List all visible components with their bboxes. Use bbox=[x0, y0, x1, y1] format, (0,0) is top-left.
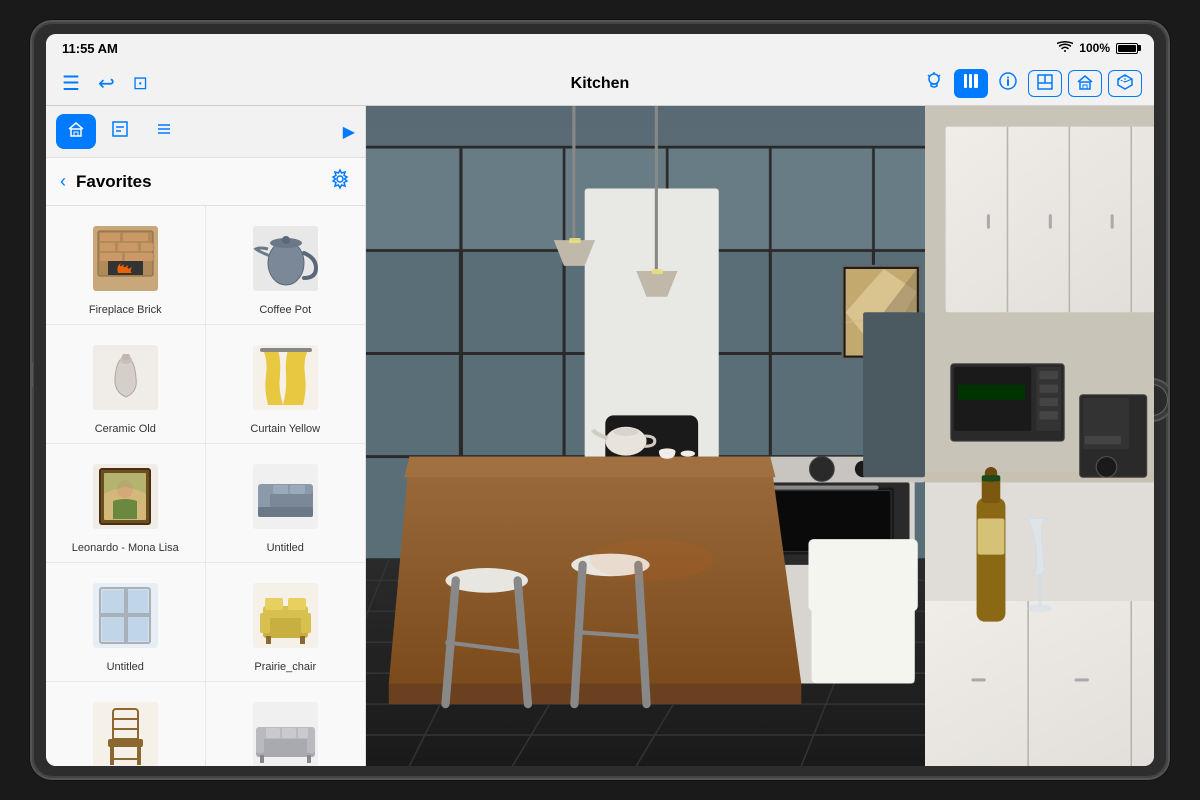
item-thumb-ceramic bbox=[85, 337, 165, 417]
item-thumb-chair bbox=[85, 694, 165, 766]
item-thumb-armchair bbox=[245, 575, 325, 655]
kitchen-scene bbox=[366, 106, 1154, 766]
sidebar-header: ‹ Favorites bbox=[46, 158, 365, 206]
sidebar-tab-edit[interactable] bbox=[100, 114, 140, 149]
list-item[interactable]: Untitled bbox=[206, 444, 366, 563]
battery-icon bbox=[1116, 43, 1138, 54]
library-button[interactable] bbox=[954, 69, 988, 98]
list-item[interactable]: Prairie_chair bbox=[206, 563, 366, 682]
list-item[interactable]: Sofa3x_amazing bbox=[206, 682, 366, 766]
item-label: Ceramic Old bbox=[95, 423, 156, 435]
status-icons: 100% bbox=[1057, 41, 1138, 56]
toolbar-left: ☰ ↩ ⊡ bbox=[58, 69, 358, 98]
sidebar-tab-list[interactable] bbox=[144, 114, 184, 149]
sidebar-settings-button[interactable] bbox=[329, 168, 351, 195]
cube3d-button[interactable] bbox=[1108, 70, 1142, 97]
toolbar-right bbox=[842, 69, 1142, 98]
item-thumb-curtain bbox=[245, 337, 325, 417]
list-item[interactable]: Ceramic Old bbox=[46, 325, 206, 444]
item-thumb-sofa2 bbox=[245, 694, 325, 766]
sidebar-tab-home[interactable] bbox=[56, 114, 96, 149]
item-label: Prairie_chair bbox=[254, 661, 316, 673]
sidebar-tab-more[interactable]: ▶ bbox=[343, 122, 355, 142]
list-item[interactable]: Leonardo - Mona Lisa bbox=[46, 444, 206, 563]
list-item[interactable]: Coffee Pot bbox=[206, 206, 366, 325]
device-frame: 11:55 AM 100% ☰ ↩ bbox=[30, 20, 1170, 780]
item-label: Untitled bbox=[107, 661, 144, 673]
list-item[interactable]: Curtain Yellow bbox=[206, 325, 366, 444]
house3d-button[interactable] bbox=[1068, 70, 1102, 97]
item-thumb-painting bbox=[85, 456, 165, 536]
main-content: ▶ ‹ Favorites bbox=[46, 106, 1154, 766]
status-bar: 11:55 AM 100% bbox=[46, 34, 1154, 62]
item-label: Untitled bbox=[267, 542, 304, 554]
item-label: Fireplace Brick bbox=[89, 304, 162, 316]
item-thumb-fireplace bbox=[85, 218, 165, 298]
info-button[interactable] bbox=[994, 69, 1022, 98]
volume-button[interactable] bbox=[30, 362, 33, 387]
sidebar-tabs: ▶ bbox=[46, 106, 365, 158]
sidebar-back-button[interactable]: ‹ bbox=[60, 171, 66, 192]
item-label: Coffee Pot bbox=[259, 304, 311, 316]
menu-button[interactable]: ☰ bbox=[58, 69, 84, 98]
document-button[interactable]: ⊡ bbox=[129, 71, 152, 96]
sidebar-title: Favorites bbox=[76, 172, 329, 192]
device-screen: 11:55 AM 100% ☰ ↩ bbox=[46, 34, 1154, 766]
list-item[interactable]: Chair_002 bbox=[46, 682, 206, 766]
sidebar: ▶ ‹ Favorites bbox=[46, 106, 366, 766]
item-label: Curtain Yellow bbox=[250, 423, 320, 435]
battery-percent: 100% bbox=[1079, 41, 1110, 55]
toolbar-title: Kitchen bbox=[358, 75, 842, 93]
viewport[interactable] bbox=[366, 106, 1154, 766]
item-label: Leonardo - Mona Lisa bbox=[72, 542, 179, 554]
bulb-button[interactable] bbox=[920, 69, 948, 98]
undo-button[interactable]: ↩ bbox=[94, 69, 119, 98]
item-thumb-window bbox=[85, 575, 165, 655]
item-thumb-sofa bbox=[245, 456, 325, 536]
wifi-icon bbox=[1057, 41, 1073, 56]
status-time: 11:55 AM bbox=[62, 41, 118, 56]
item-thumb-coffeepot bbox=[245, 218, 325, 298]
floorplan-button[interactable] bbox=[1028, 70, 1062, 97]
sidebar-items-grid: Fireplace Brick bbox=[46, 206, 365, 766]
toolbar: ☰ ↩ ⊡ Kitchen bbox=[46, 62, 1154, 106]
list-item[interactable]: Untitled bbox=[46, 563, 206, 682]
list-item[interactable]: Fireplace Brick bbox=[46, 206, 206, 325]
